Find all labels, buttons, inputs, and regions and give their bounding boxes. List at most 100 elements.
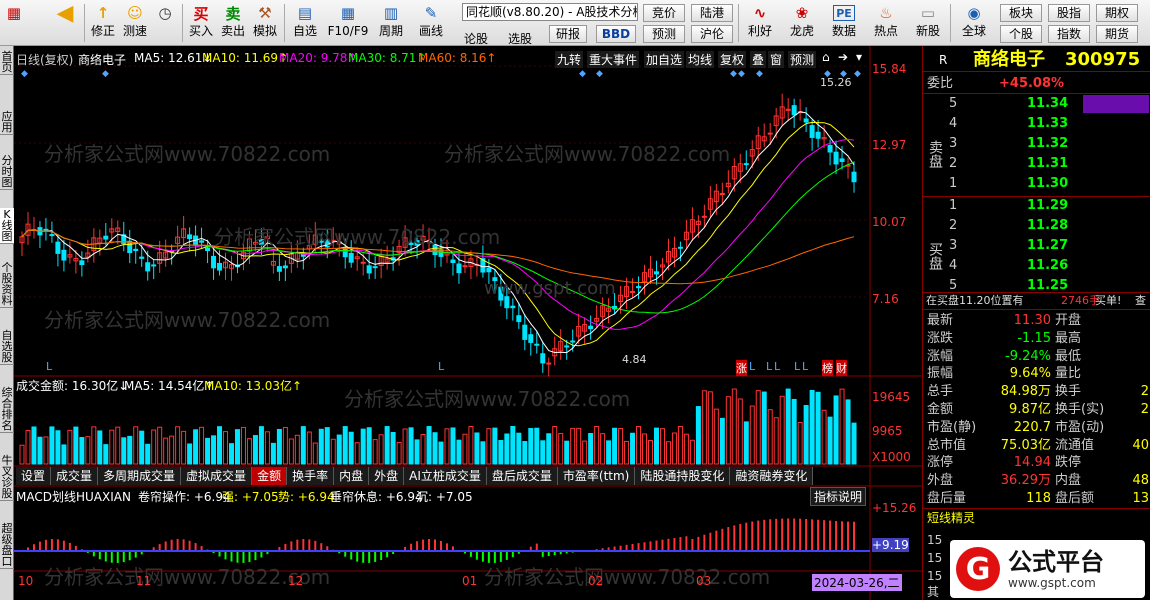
speed-test-button[interactable]: ☺ 测速 [120, 2, 150, 44]
stock-pick-button[interactable]: 选股 [508, 30, 532, 47]
buy-button[interactable]: 买买入 [186, 2, 216, 44]
kline-candle [851, 171, 857, 183]
stat-value: 75.03亿 [1000, 437, 1051, 453]
volume-bar [438, 441, 444, 465]
index-button[interactable]: 指数 [1048, 25, 1090, 43]
tab-home[interactable]: 首页 [0, 50, 14, 75]
indicator-tab-outer[interactable]: 外盘 [369, 467, 405, 485]
macd-sink: 沉: +7.05 [416, 490, 473, 504]
sell-level-row[interactable]: 2 11.31 [923, 154, 1150, 174]
index-futures-button[interactable]: 股指 [1048, 4, 1090, 22]
volume-bar [342, 426, 348, 465]
level-index: 4 [949, 258, 958, 273]
options-button[interactable]: 期权 [1096, 4, 1138, 22]
forecast-button[interactable]: 预测 [643, 25, 685, 43]
tab-diagnosis[interactable]: 牛叉诊股 [0, 454, 14, 501]
tab-apps[interactable]: 应用 [0, 110, 14, 135]
indicator-tab-amount[interactable]: 金额 [252, 467, 288, 485]
indicator-explain-button[interactable]: 指标说明 [810, 487, 867, 506]
nine-turn-button[interactable]: 九转 [555, 51, 584, 68]
tab-kline[interactable]: K线图 [0, 208, 14, 244]
sell-level-row[interactable]: 4 11.33 [923, 114, 1150, 134]
volume-bar [546, 433, 552, 465]
indicator-tab-settings[interactable]: 设置 [16, 467, 52, 485]
price-tick: 10.07 [872, 215, 907, 229]
futures-button[interactable]: 期货 [1096, 25, 1138, 43]
volume-bar [749, 405, 755, 465]
overlay-button[interactable]: 叠 [750, 51, 767, 68]
big-order-notice[interactable]: 在买盘11.20位置有 2746手 买单! 查 [923, 292, 1150, 310]
logo-text: 公式平台 [1008, 548, 1104, 576]
sell-level-row[interactable]: 1 11.30 [923, 174, 1150, 194]
global-button[interactable]: ◉ 全球 [954, 2, 994, 44]
hot-button[interactable]: ♨ 热点 [868, 2, 904, 44]
indicator-tab-turnover[interactable]: 换手率 [287, 467, 335, 485]
tab-timeshare[interactable]: 分时图 [0, 154, 14, 190]
add-watchlist-button[interactable]: 加自选 [644, 51, 685, 68]
ma-button[interactable]: 均线 [686, 51, 715, 68]
sell-level-row[interactable]: 3 11.32 [923, 134, 1150, 154]
draw-line-button[interactable]: ✎ 画线 [414, 2, 448, 44]
indicator-tab-volume[interactable]: 成交量 [51, 467, 99, 485]
indicator-tab-inner[interactable]: 内盘 [334, 467, 370, 485]
signal-marker: L [766, 360, 773, 373]
discuss-button[interactable]: 论股 [464, 30, 488, 47]
back-button[interactable]: ◀ [50, 1, 80, 44]
tab-watchlist[interactable]: 自选股 [0, 329, 14, 365]
tab-super-panel[interactable]: 超级盘口 [0, 522, 14, 569]
volume-bar [324, 427, 330, 465]
indicator-tab-multi-volume[interactable]: 多周期成交量 [98, 467, 182, 485]
f10-button[interactable]: ▦ F10/F9 [326, 2, 370, 44]
auction-button[interactable]: 竞价 [643, 4, 685, 22]
window-button[interactable]: 窗 [768, 51, 785, 68]
major-events-button[interactable]: 重大事件 [587, 51, 640, 68]
dragon-tiger-button[interactable]: ❀ 龙虎 [784, 2, 820, 44]
watermark: 分析家公式网www.70822.com [44, 142, 331, 166]
indicator-tab-margin[interactable]: 融资融券变化 [730, 467, 814, 485]
forecast-chart-button[interactable]: 预测 [788, 51, 817, 68]
hk-connect-button[interactable]: 陆港 [691, 4, 733, 22]
level-index: 4 [949, 116, 958, 131]
tab-stock-info[interactable]: 个股资料 [0, 261, 14, 308]
research-button[interactable]: 研报 [549, 25, 587, 43]
indicator-tab-ai-volume[interactable]: AI立桩成交量 [404, 467, 487, 485]
watchlist-icon: ▤ [297, 4, 313, 22]
arrow-right-icon[interactable]: ➔ [838, 50, 848, 64]
indicator-tab-after-volume[interactable]: 盘后成交量 [486, 467, 558, 485]
simulate-button[interactable]: ⚒ 模拟 [250, 2, 280, 44]
bbd-button[interactable]: BBD [596, 25, 636, 43]
buy-level-row[interactable]: 2 11.28 [923, 216, 1150, 236]
indicator-tab-northbound[interactable]: 陆股通持股变化 [635, 467, 731, 485]
stock-button[interactable]: 个股 [1000, 25, 1042, 43]
sh-london-button[interactable]: 沪伦 [691, 25, 733, 43]
stat-label: 跌停 [1055, 455, 1082, 471]
kline-candle [510, 305, 516, 309]
x-axis-label: 12 [288, 574, 304, 588]
adjust-button[interactable]: 复权 [718, 51, 747, 68]
indicator-tab-virtual-volume[interactable]: 虚拟成交量 [181, 467, 253, 485]
grid-menu-button[interactable]: ▦ [2, 2, 26, 44]
short-elf-header[interactable]: 短线精灵 [923, 508, 1150, 526]
period-button[interactable]: ▥ 周期 [374, 2, 408, 44]
kline-candle [282, 265, 288, 269]
tab-ranking[interactable]: 综合排名 [0, 386, 14, 433]
good-news-button[interactable]: ∿ 利好 [742, 2, 778, 44]
kline-chart-area[interactable]: ◆ ◆ ◆ ◆ ◆ ◆ ◆ ◆ ◆ ◆ 日线(复权) 商络电子 MA5: 12.61↓ MA10:… [14, 46, 922, 600]
revise-button[interactable]: ↑ 修正 [88, 2, 118, 44]
buy-level-row[interactable]: 3 11.27 [923, 236, 1150, 256]
home-icon[interactable]: ⌂ [822, 50, 830, 64]
watchlist-button[interactable]: ▤ 自选 [288, 2, 322, 44]
kline-candle [486, 267, 492, 273]
new-stock-button[interactable]: ▭ 新股 [910, 2, 946, 44]
volume-bar [492, 427, 498, 465]
sell-button[interactable]: 卖卖出 [218, 2, 248, 44]
buy-level-row[interactable]: 4 11.26 [923, 256, 1150, 276]
buy-level-row[interactable]: 1 11.29 [923, 196, 1150, 216]
data-button[interactable]: PE 数据 [826, 2, 862, 44]
clock-button[interactable]: ◷ [152, 2, 178, 44]
sector-button[interactable]: 板块 [1000, 4, 1042, 22]
volume-bar [258, 426, 264, 465]
indicator-tab-pe[interactable]: 市盈率(ttm) [557, 467, 636, 485]
dropdown-chevron-icon[interactable]: ▾ [856, 50, 862, 64]
kline-candle [139, 256, 145, 259]
